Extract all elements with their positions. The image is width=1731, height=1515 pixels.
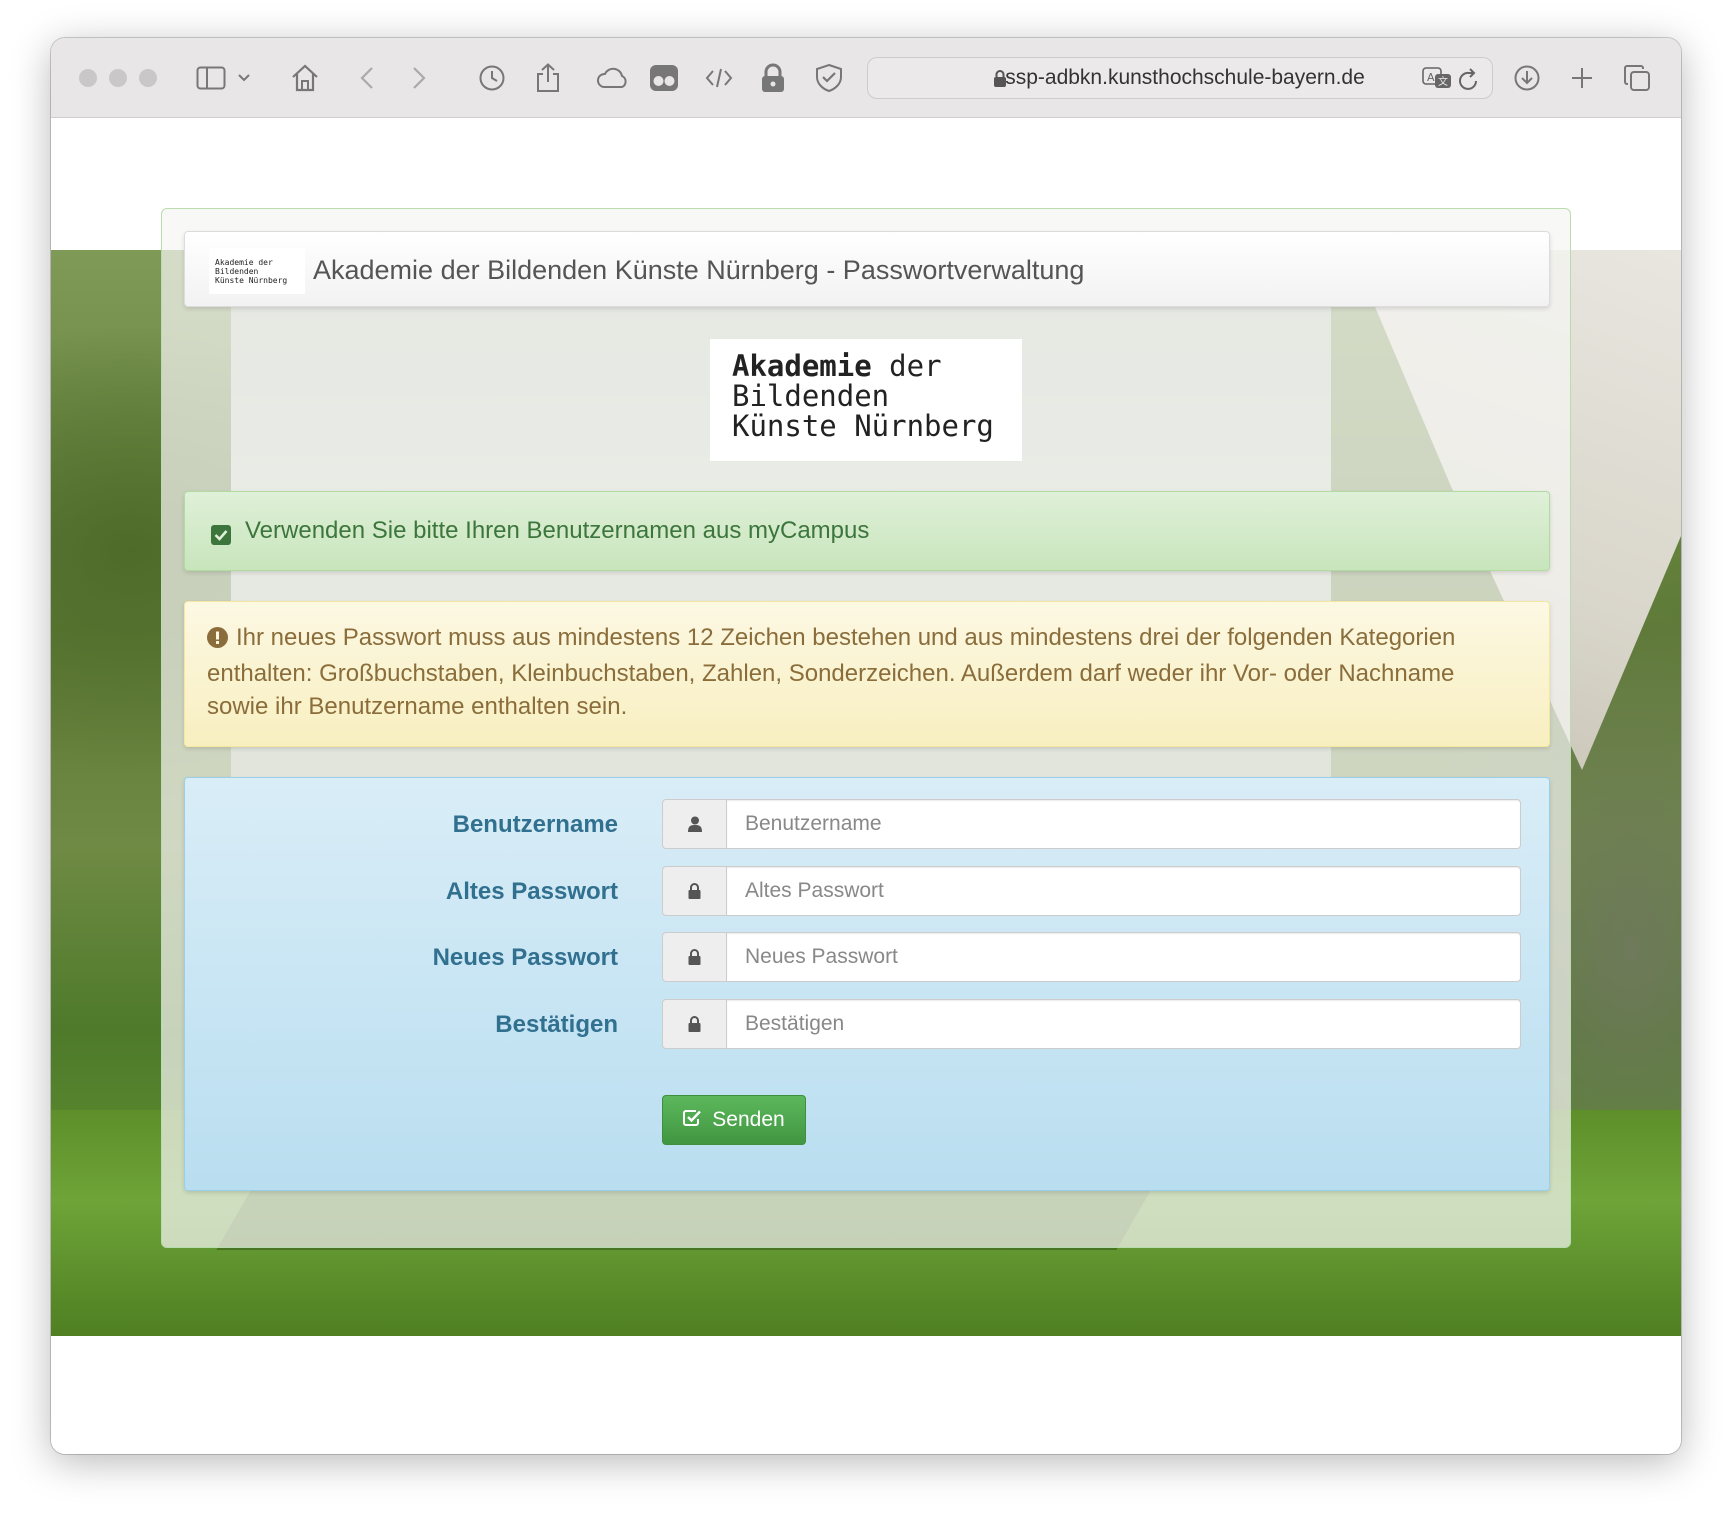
address-bar[interactable]: ssp-adbkn.kunsthochschule-bayern.de A文	[867, 57, 1493, 99]
svg-text:A: A	[1427, 71, 1435, 84]
reload-icon[interactable]	[1458, 67, 1480, 96]
academy-logo: Akademie der Bildenden Künste Nürnberg	[710, 339, 1022, 461]
url-text: ssp-adbkn.kunsthochschule-bayern.de	[1005, 66, 1365, 89]
logo-line2: Bildenden	[732, 379, 890, 413]
send-button-label: Senden	[712, 1108, 785, 1131]
check-square-icon	[683, 1108, 702, 1132]
success-alert-text: Verwenden Sie bitte Ihren Benutzernamen …	[245, 517, 870, 544]
new-password-label: Neues Passwort	[432, 944, 618, 971]
minimize-window-button[interactable]	[109, 69, 127, 87]
form-row-username: Benutzername	[185, 799, 1549, 849]
new-tab-icon[interactable]	[1562, 58, 1602, 98]
forward-icon[interactable]	[399, 58, 439, 98]
new-password-input[interactable]	[726, 932, 1521, 982]
main-container: Akademie der Bildenden Künste Nürnberg A…	[161, 208, 1571, 1248]
lock-icon[interactable]	[753, 58, 793, 98]
tabs-overview-icon[interactable]	[1617, 58, 1657, 98]
svg-text:文: 文	[1438, 75, 1448, 88]
confirm-password-input[interactable]	[726, 999, 1521, 1049]
warning-alert-text: Ihr neues Passwort muss aus mindestens 1…	[207, 624, 1456, 720]
form-row-confirm: Bestätigen	[185, 999, 1549, 1049]
navbar-logo[interactable]: Akademie der Bildenden Künste Nürnberg	[209, 248, 305, 294]
username-label: Benutzername	[452, 811, 618, 838]
shield-icon[interactable]	[809, 58, 849, 98]
download-icon[interactable]	[1507, 58, 1547, 98]
logo-line1-bold: Akademie	[732, 349, 872, 383]
extension-icon[interactable]	[644, 58, 684, 98]
check-square-icon	[211, 521, 231, 554]
navbar: Akademie der Bildenden Künste Nürnberg A…	[184, 231, 1550, 307]
share-icon[interactable]	[528, 58, 568, 98]
navbar-title[interactable]: Akademie der Bildenden Künste Nürnberg -…	[313, 232, 1084, 308]
lock-icon	[662, 999, 727, 1049]
password-form: Benutzername Altes Passwort Neues Passwo…	[184, 777, 1550, 1191]
form-row-new-password: Neues Passwort	[185, 932, 1549, 982]
history-icon[interactable]	[472, 58, 512, 98]
send-button[interactable]: Senden	[662, 1095, 806, 1145]
cloud-icon[interactable]	[588, 58, 636, 98]
confirm-label: Bestätigen	[495, 1011, 618, 1038]
browser-toolbar: ssp-adbkn.kunsthochschule-bayern.de A文	[51, 38, 1681, 118]
browser-window: ssp-adbkn.kunsthochschule-bayern.de A文 A…	[51, 38, 1681, 1454]
user-icon	[662, 799, 727, 849]
username-input[interactable]	[726, 799, 1521, 849]
navbar-logo-line: Akademie der	[215, 258, 273, 267]
page-content: Akademie der Bildenden Künste Nürnberg A…	[51, 118, 1681, 1454]
old-password-label: Altes Passwort	[445, 878, 618, 905]
back-icon[interactable]	[347, 58, 387, 98]
exclamation-circle-icon	[207, 624, 228, 657]
sidebar-icon[interactable]	[191, 58, 231, 98]
logo-line3: Künste Nürnberg	[732, 409, 994, 443]
logo-line1-rest: der	[871, 349, 942, 383]
chevron-down-icon[interactable]	[234, 58, 254, 98]
lock-icon	[662, 866, 727, 916]
translate-icon[interactable]: A文	[1422, 67, 1452, 94]
navbar-logo-line: Bildenden	[215, 267, 259, 276]
navbar-logo-line: Künste Nürnberg	[215, 276, 288, 285]
form-row-old-password: Altes Passwort	[185, 866, 1549, 916]
old-password-input[interactable]	[726, 866, 1521, 916]
success-alert: Verwenden Sie bitte Ihren Benutzernamen …	[184, 491, 1550, 571]
home-icon[interactable]	[285, 58, 325, 98]
code-icon[interactable]	[699, 58, 739, 98]
zoom-window-button[interactable]	[139, 69, 157, 87]
warning-alert: Ihr neues Passwort muss aus mindestens 1…	[184, 601, 1550, 747]
lock-icon	[662, 932, 727, 982]
close-window-button[interactable]	[79, 69, 97, 87]
